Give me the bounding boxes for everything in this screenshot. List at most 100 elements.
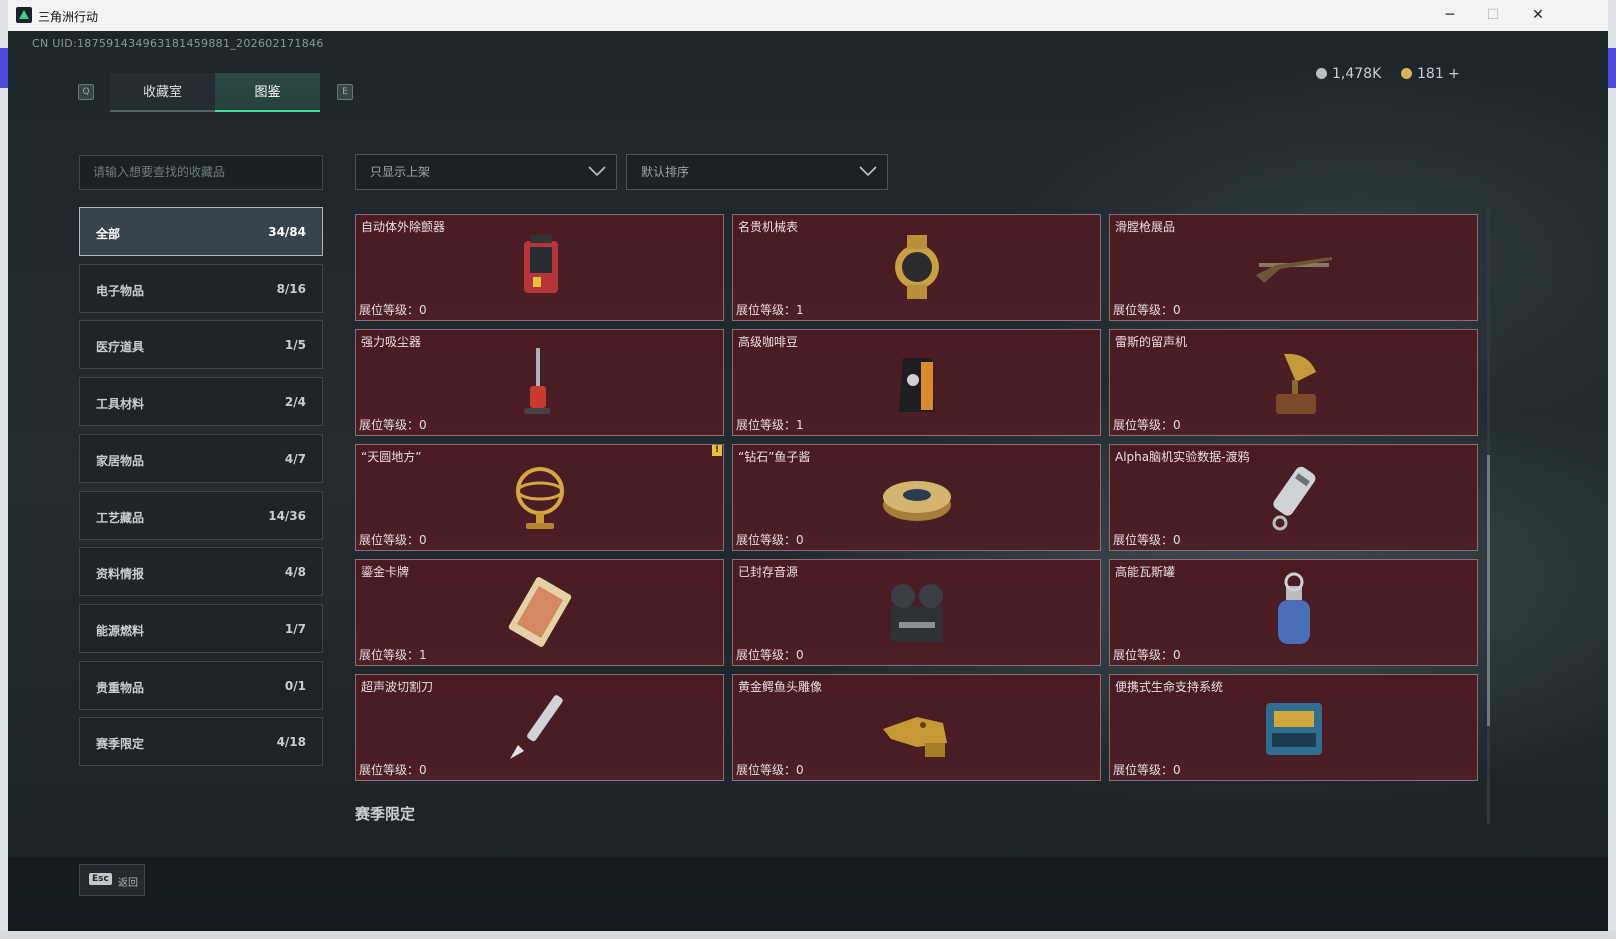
collection-card[interactable]: Alpha脑机实验数据-渡鸦 展位等级：0 [1109,444,1478,551]
gilded-card-icon [508,577,572,647]
category-count: 34/84 [268,225,306,239]
back-button[interactable]: Esc 返回 [79,864,145,896]
item-name: 名贵机械表 [738,220,799,234]
bottom-bar: Esc 返回 [8,857,1608,931]
item-name: Alpha脑机实验数据-渡鸦 [1115,450,1250,464]
item-level: 展位等级：0 [1113,418,1181,432]
collection-card[interactable]: 鎏金卡牌展位等级：1 [355,559,724,666]
category-item[interactable]: 全部 34/84 [79,207,323,256]
app-window: 三角洲行动 ─ ☐ ✕ CN UID:187591434963181459881… [8,0,1608,931]
title-bar: 三角洲行动 ─ ☐ ✕ [8,0,1608,31]
category-item[interactable]: 赛季限定 4/18 [79,717,323,767]
sort-dropdown[interactable]: 默认排序 [626,154,888,190]
desktop-edge-bottom [0,931,1616,939]
filter-dropdown[interactable]: 只显示上架 [355,154,617,190]
esc-key-icon: Esc [89,873,112,885]
category-label: 能源燃料 [96,623,145,638]
gold-currency[interactable]: 181 + [1401,66,1460,82]
app-logo-icon [16,7,32,23]
category-label: 家居物品 [96,453,145,468]
item-name: “钻石”鱼子酱 [738,450,811,464]
item-name: 高能瓦斯罐 [1115,565,1176,579]
item-level: 展位等级：0 [1113,303,1181,317]
game-viewport: CN UID:187591434963181459881_20260217184… [8,31,1608,931]
tab-left-key[interactable]: Q [78,84,94,100]
category-label: 工艺藏品 [96,510,145,525]
collection-card[interactable]: 超声波切割刀 展位等级：0 [355,674,724,781]
category-label: 医疗道具 [96,340,145,355]
item-name: 雷斯的留声机 [1115,335,1188,349]
category-label: 赛季限定 [96,737,145,752]
desktop-edge-right [1608,0,1616,939]
section-heading: 赛季限定 [355,805,416,823]
armillary-sphere-icon [516,467,564,529]
item-name: “天圆地方” [361,450,422,464]
collection-card[interactable]: 已封存音源 展位等级：0 [732,559,1101,666]
item-name: 黄金鳄鱼头雕像 [738,680,823,694]
minimize-button[interactable]: ─ [1436,4,1464,26]
category-item[interactable]: 能源燃料 1/7 [79,603,323,653]
collection-card[interactable]: 便携式生命支持系统 展位等级：0 [1109,674,1478,781]
collection-card[interactable]: 滑膛枪展品展位等级：0 [1109,214,1478,321]
collection-card[interactable]: 高级咖啡豆 展位等级：1 [732,329,1101,436]
close-button[interactable]: ✕ [1524,4,1552,26]
filter-value: 只显示上架 [370,165,431,179]
category-count: 4/7 [284,451,306,466]
silver-currency: 1,478K [1316,66,1381,82]
category-count: 0/1 [284,678,306,693]
uid-label: CN UID:187591434963181459881_20260217184… [32,37,324,50]
collection-card[interactable]: 强力吸尘器 展位等级：0 [355,329,724,436]
collection-card[interactable]: “钻石”鱼子酱 展位等级：0 [732,444,1101,551]
chevron-down-icon [859,166,877,177]
category-count: 4/18 [276,735,306,750]
item-level: 展位等级：0 [1113,648,1181,662]
item-level: 展位等级：0 [736,763,804,777]
search-input[interactable]: 请输入想要查找的收藏品 [79,155,323,190]
maximize-button[interactable]: ☐ [1479,4,1507,26]
silver-amount: 1,478K [1332,66,1382,82]
life-support-icon [1266,703,1322,755]
item-level: 展位等级：1 [359,648,427,662]
category-label: 全部 [96,227,121,241]
category-item[interactable]: 家居物品 4/7 [79,433,323,483]
item-level: 展位等级：0 [359,418,427,432]
data-canister-icon [1272,466,1316,531]
category-item[interactable]: 资料情报 4/8 [79,547,323,597]
sort-value: 默认排序 [641,165,690,179]
scrollbar-thumb[interactable] [1487,455,1490,726]
category-item[interactable]: 贵重物品 0/1 [79,660,323,710]
tab-catalog[interactable]: 图鉴 [215,73,320,112]
category-count: 2/4 [284,395,306,410]
item-name: 便携式生命支持系统 [1115,680,1224,694]
category-count: 1/5 [284,338,306,353]
item-level: 展位等级：0 [736,648,804,662]
category-label: 资料情报 [96,567,145,582]
tab-right-key[interactable]: E [337,84,353,100]
desktop-edge-left [0,0,8,939]
musket-icon [1256,257,1332,283]
category-label: 贵重物品 [96,680,145,695]
item-level: 展位等级：0 [1113,763,1181,777]
category-item[interactable]: 工艺藏品 14/36 [79,490,323,540]
item-name: 高级咖啡豆 [738,335,799,349]
collection-card[interactable]: “天圆地方” 展位等级：0! [355,444,724,551]
category-item[interactable]: 工具材料 2/4 [79,377,323,427]
luxury-watch-icon [895,235,939,299]
tab-collection-room[interactable]: 收藏室 [110,73,215,112]
caviar-tin-icon [883,481,951,521]
category-count: 8/16 [276,281,306,296]
collection-card[interactable]: 雷斯的留声机 展位等级：0 [1109,329,1478,436]
category-item[interactable]: 电子物品 8/16 [79,263,323,313]
warning-badge-icon: ! [712,445,722,456]
collection-card[interactable]: 自动体外除颤器 展位等级：0 [355,214,724,321]
item-name: 鎏金卡牌 [361,565,410,579]
item-name: 自动体外除颤器 [361,220,446,234]
defibrillator-icon [524,235,558,293]
collection-card[interactable]: 黄金鳄鱼头雕像 展位等级：0 [732,674,1101,781]
collection-card[interactable]: 名贵机械表 展位等级：1 [732,214,1101,321]
desktop-accent [1608,48,1616,88]
collection-card[interactable]: 高能瓦斯罐展位等级：0 [1109,559,1478,666]
category-item[interactable]: 医疗道具 1/5 [79,320,323,370]
item-name: 滑膛枪展品 [1115,220,1176,234]
item-level: 展位等级：0 [359,303,427,317]
